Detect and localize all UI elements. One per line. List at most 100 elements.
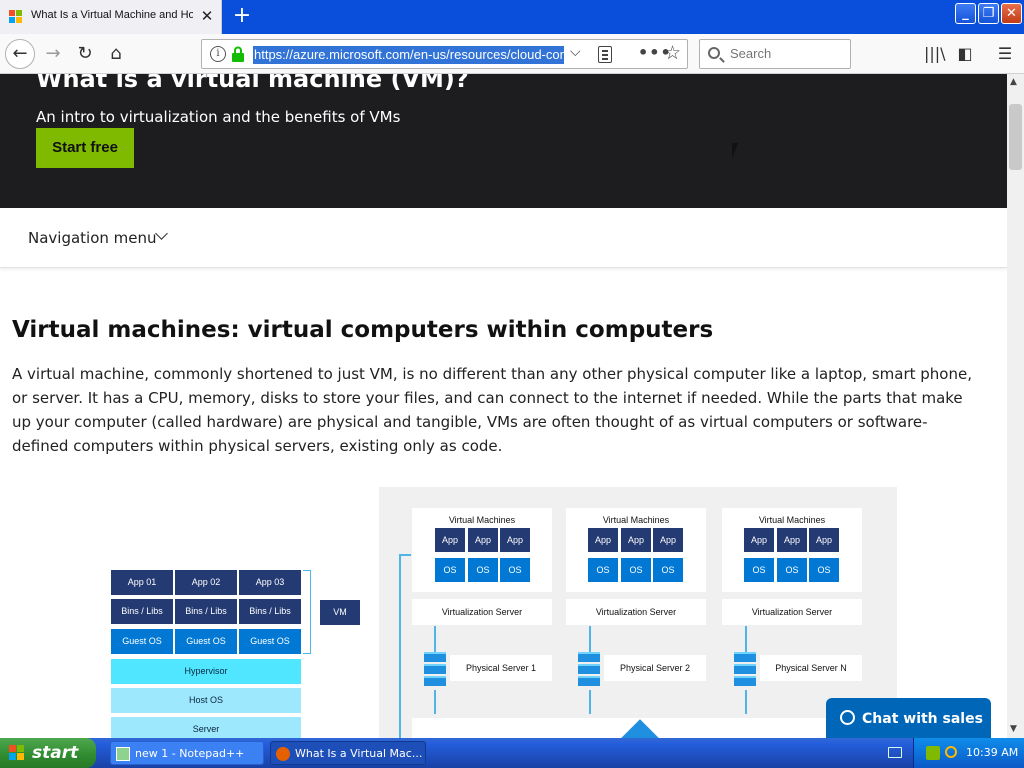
navigation-toolbar: ← → ↻ ⌂ i https://azure.microsoft.com/en… <box>0 34 1024 74</box>
firefox-icon <box>276 747 290 761</box>
diagram-connector-line <box>745 690 747 714</box>
tab-strip: What Is a Virtual Machine and How Does I… <box>0 0 1024 34</box>
diagram-app-cell: App <box>809 528 839 552</box>
taskbar-item-label: new 1 - Notepad++ <box>135 747 245 760</box>
page-scrollbar[interactable]: ▲ ▼ <box>1007 74 1024 738</box>
diagram-app-cell: App <box>653 528 683 552</box>
diagram-hypervisor: Hypervisor <box>111 659 301 684</box>
navigation-menu[interactable]: Navigation menu <box>0 208 1007 268</box>
chat-with-sales-button[interactable]: Chat with sales <box>826 698 991 740</box>
page-viewport: What is a virtual machine (VM)? An intro… <box>0 74 1007 738</box>
diagram-vm-title: Virtual Machines <box>448 515 516 525</box>
new-tab-button[interactable]: + <box>230 3 254 29</box>
search-input[interactable] <box>730 46 845 61</box>
menu-icon[interactable]: ☰ <box>995 44 1015 64</box>
address-bar[interactable]: i https://azure.microsoft.com/en-us/reso… <box>201 39 688 69</box>
bookmark-star-icon[interactable]: ☆ <box>664 42 681 64</box>
taskbar-item-label: What Is a Virtual Mac... <box>295 747 423 760</box>
windows-taskbar: start new 1 - Notepad++ What Is a Virtua… <box>0 738 1024 768</box>
clock: 10:39 AM <box>966 746 1019 759</box>
diagram-phys-label: Physical Server 2 <box>619 663 691 673</box>
diagram-guest-os-cell: Guest OS <box>111 629 173 654</box>
diagram-host-os: Host OS <box>111 688 301 713</box>
close-window-button[interactable]: ✕ <box>1001 3 1022 24</box>
hero-banner: What is a virtual machine (VM)? An intro… <box>0 74 1007 208</box>
diagram-os-cell: OS <box>500 558 530 582</box>
diagram-app-cell: App 01 <box>111 570 173 595</box>
microsoft-logo-icon <box>9 10 23 24</box>
diagram-app-cell: App <box>468 528 498 552</box>
diagram-app-cell: App 02 <box>175 570 237 595</box>
diagram-os-cell: OS <box>809 558 839 582</box>
site-info-icon[interactable]: i <box>210 46 226 62</box>
search-tray-icon[interactable] <box>945 746 957 758</box>
diagram-virt-label: Virtualization Server <box>751 607 833 617</box>
scroll-down-icon[interactable]: ▼ <box>1010 724 1017 734</box>
browser-tab-active[interactable]: What Is a Virtual Machine and How Does I… <box>0 0 222 34</box>
url-dropdown-icon[interactable]: ⌵ <box>570 44 581 60</box>
reader-view-icon[interactable] <box>598 46 612 63</box>
diagram-app-cell: App <box>435 528 465 552</box>
tab-title: What Is a Virtual Machine and How Does I… <box>31 9 193 21</box>
search-icon <box>708 47 720 59</box>
diagram-bins-cell: Bins / Libs <box>111 599 173 624</box>
diagram-app-cell: App <box>777 528 807 552</box>
section-heading: Virtual machines: virtual computers with… <box>12 317 714 343</box>
diagram-os-cell: OS <box>744 558 774 582</box>
taskbar-item-notepad[interactable]: new 1 - Notepad++ <box>110 741 264 765</box>
scrollbar-thumb[interactable] <box>1009 104 1022 170</box>
diagram-vm-title: Virtual Machines <box>758 515 826 525</box>
minimize-button[interactable]: _ <box>955 3 976 24</box>
network-icon[interactable] <box>926 746 940 760</box>
home-button[interactable]: ⌂ <box>101 39 131 69</box>
chevron-down-icon <box>155 227 168 240</box>
diagram-app-cell: App <box>744 528 774 552</box>
diagram-phys-label: Physical Server N <box>775 663 847 673</box>
notepad-icon <box>116 747 130 761</box>
start-button[interactable]: start <box>0 738 96 768</box>
diagram-connector-line <box>589 690 591 714</box>
keyboard-icon[interactable] <box>888 747 902 758</box>
vm-diagram: App 01 App 02 App 03 Bins / Libs Bins / … <box>100 487 900 738</box>
lock-icon[interactable] <box>231 46 245 63</box>
start-label: start <box>32 743 79 763</box>
diagram-vm-title: Virtual Machines <box>602 515 670 525</box>
system-tray: 10:39 AM <box>913 738 1024 768</box>
chat-label: Chat with sales <box>862 711 983 727</box>
diagram-connector-line <box>434 690 436 714</box>
forward-button[interactable]: → <box>38 39 68 69</box>
url-text[interactable]: https://azure.microsoft.com/en-us/resour… <box>253 46 564 64</box>
server-stack-icon <box>734 652 756 688</box>
diagram-os-cell: OS <box>468 558 498 582</box>
start-free-button[interactable]: Start free <box>36 128 134 168</box>
diagram-bins-cell: Bins / Libs <box>239 599 301 624</box>
back-button[interactable]: ← <box>5 39 35 69</box>
diagram-guest-os-cell: Guest OS <box>239 629 301 654</box>
search-box[interactable] <box>699 39 851 69</box>
maximize-button[interactable]: ❐ <box>978 3 999 24</box>
diagram-vm-bracket <box>303 570 311 654</box>
diagram-guest-os-cell: Guest OS <box>175 629 237 654</box>
diagram-os-cell: OS <box>777 558 807 582</box>
server-stack-icon <box>424 652 446 688</box>
chat-icon <box>840 710 855 725</box>
diagram-os-cell: OS <box>621 558 651 582</box>
diagram-server: Server <box>111 717 301 738</box>
reload-button[interactable]: ↻ <box>70 39 100 69</box>
diagram-os-cell: OS <box>588 558 618 582</box>
scroll-up-icon[interactable]: ▲ <box>1010 77 1017 87</box>
diagram-app-cell: App 03 <box>239 570 301 595</box>
diagram-vm-label: VM <box>320 600 360 625</box>
sidebar-icon[interactable]: ◧ <box>955 44 975 64</box>
library-icon[interactable]: |||\ <box>924 44 946 64</box>
diagram-connector-line <box>399 554 401 738</box>
diagram-app-cell: App <box>500 528 530 552</box>
tab-close-icon[interactable]: ✕ <box>198 7 216 25</box>
taskbar-item-firefox[interactable]: What Is a Virtual Mac... <box>270 741 426 765</box>
diagram-virt-label: Virtualization Server <box>441 607 523 617</box>
hero-title: What is a virtual machine (VM)? <box>36 74 469 93</box>
diagram-os-cell: OS <box>653 558 683 582</box>
mouse-cursor-icon <box>732 143 744 159</box>
diagram-virt-label: Virtualization Server <box>595 607 677 617</box>
diagram-connector-line <box>399 554 411 556</box>
